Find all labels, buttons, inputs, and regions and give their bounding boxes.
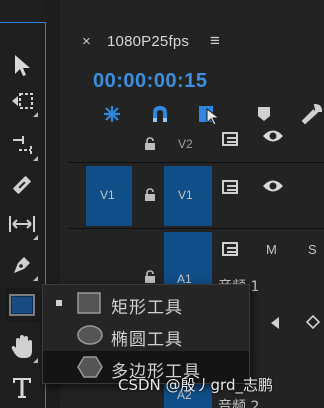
slip-icon (9, 216, 35, 232)
sync-lock-icon[interactable] (222, 178, 242, 196)
sync-lock-icon[interactable] (222, 240, 242, 258)
tool-group-indicator (33, 156, 38, 161)
previous-keyframe-icon[interactable] (270, 316, 282, 330)
add-keyframe-icon[interactable] (305, 314, 322, 331)
rectangle-tool-icon (9, 294, 35, 316)
lock-icon[interactable] (144, 270, 156, 284)
pen-tool-button[interactable] (5, 248, 39, 282)
tool-group-indicator (33, 276, 38, 281)
selection-tool-button[interactable] (5, 48, 39, 82)
pen-icon (14, 257, 30, 273)
track-divider (68, 228, 324, 229)
tool-group-indicator (33, 112, 38, 117)
flyout-label-ellipse: 椭圆工具 (111, 330, 183, 350)
sequence-title[interactable]: 1080P25fps (107, 33, 189, 50)
panel-menu-icon[interactable]: ≡ (210, 31, 220, 51)
polygon-icon (77, 356, 103, 378)
audio-track-name-a2[interactable]: 音频 2 (218, 396, 259, 408)
watermark-text: CSDN @殷丿grd_志鹏 (118, 376, 273, 394)
lock-icon[interactable] (144, 188, 156, 202)
tool-group-indicator (33, 235, 38, 240)
mute-button[interactable]: M (266, 242, 277, 257)
track-select-forward-icon (12, 93, 33, 109)
track-select-tool-button[interactable] (5, 84, 39, 118)
type-icon (13, 378, 31, 398)
playhead-timecode[interactable]: 00:00:00:15 (93, 70, 207, 93)
track-label-v1: V1 (178, 188, 193, 202)
hand-icon (11, 335, 32, 358)
tools-panel (0, 0, 46, 408)
hand-tool-button[interactable] (5, 330, 39, 364)
marker-icon[interactable] (254, 102, 274, 126)
solo-button[interactable]: S (308, 242, 317, 257)
flyout-item-ellipse[interactable]: 椭圆工具 (43, 319, 249, 351)
linked-selection-icon[interactable] (196, 102, 224, 126)
ripple-edit-icon (13, 136, 32, 154)
slip-tool-button[interactable] (5, 207, 39, 241)
track-divider (68, 162, 324, 163)
wrench-icon[interactable] (300, 102, 324, 126)
razor-icon (13, 176, 31, 194)
source-label-v1: V1 (100, 188, 115, 202)
rectangle-tool-button[interactable] (5, 288, 39, 322)
tool-group-indicator (33, 358, 38, 363)
selection-arrow-icon (15, 55, 30, 76)
toggle-output-eye-icon[interactable] (262, 128, 284, 148)
ripple-edit-tool-button[interactable] (5, 128, 39, 162)
lock-icon[interactable] (144, 137, 156, 151)
track-label-v2[interactable]: V2 (178, 137, 193, 151)
shape-tools-flyout: 矩形工具 椭圆工具 多边形工具 (42, 284, 250, 384)
ellipse-icon (77, 325, 103, 345)
magnet-icon[interactable] (148, 102, 172, 126)
toggle-output-eye-icon[interactable] (262, 178, 284, 198)
type-tool-button[interactable] (5, 370, 39, 404)
flyout-item-rectangle[interactable]: 矩形工具 (43, 287, 249, 319)
close-tab-icon[interactable]: × (82, 33, 91, 50)
razor-tool-button[interactable] (5, 168, 39, 202)
selected-bullet-icon (56, 300, 62, 306)
source-patch-v1[interactable]: V1 (86, 166, 132, 226)
target-track-v1[interactable]: V1 (164, 166, 212, 226)
sync-lock-icon[interactable] (222, 130, 242, 148)
snap-icon[interactable] (100, 102, 124, 126)
flyout-label-rectangle: 矩形工具 (111, 298, 183, 318)
rectangle-icon (77, 292, 101, 314)
sequence-tab[interactable]: × 1080P25fps ≡ (60, 22, 324, 60)
